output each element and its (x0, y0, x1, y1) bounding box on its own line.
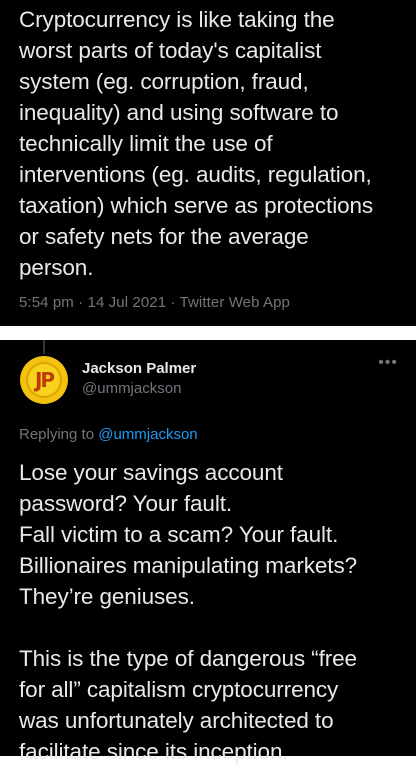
thread-connector-line (43, 340, 45, 354)
replying-to: Replying to @ummjackson (19, 426, 400, 443)
tweet-header: JP Jackson Palmer @ummjackson ••• (19, 340, 400, 420)
replying-to-handle-link[interactable]: @ummjackson (98, 426, 197, 443)
reply-tweet-card[interactable]: JP Jackson Palmer @ummjackson ••• Replyi… (0, 340, 416, 764)
avatar-initials: JP (34, 368, 55, 392)
tweet-card-top: Cryptocurrency is like taking the worst … (0, 0, 416, 326)
avatar-coin-icon: JP (26, 362, 62, 398)
more-options-icon[interactable]: ••• (378, 354, 398, 372)
reply-tweet-text: Lose your savings account password? Your… (19, 460, 358, 764)
author-handle[interactable]: @ummjackson (82, 380, 181, 397)
avatar[interactable]: JP (20, 356, 68, 404)
replying-to-label: Replying to (19, 426, 99, 443)
author-name[interactable]: Jackson Palmer (82, 360, 196, 377)
tweet-text: Cryptocurrency is like taking the worst … (19, 7, 374, 280)
tweet-timestamp[interactable]: 5:54 pm · 14 Jul 2021 · Twitter Web App (19, 294, 396, 311)
